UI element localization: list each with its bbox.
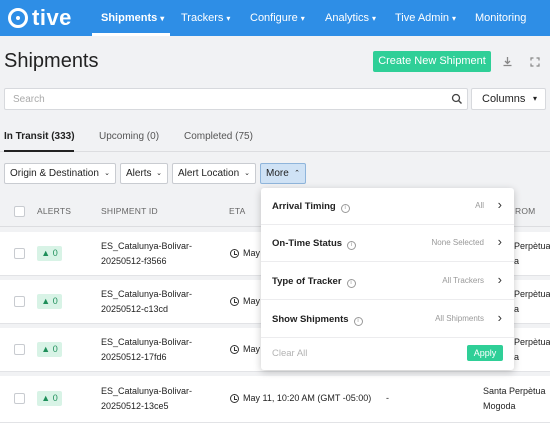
row-checkbox[interactable] [14, 296, 25, 307]
menu-item-on-time-status[interactable]: On-Time Status i None Selected › [261, 225, 514, 262]
page-title: Shipments [4, 50, 99, 72]
clock-icon [230, 345, 239, 354]
alert-triangle-icon: ▲ [41, 248, 51, 258]
tab-completed[interactable]: Completed (75) [184, 131, 253, 142]
tabs-divider [0, 151, 550, 152]
tab-in-transit[interactable]: In Transit (333) [4, 131, 75, 142]
select-all-checkbox[interactable] [14, 206, 25, 217]
top-nav: tive Shipments ▾ Trackers ▾ Configure ▾ Ana… [0, 0, 550, 36]
from-value: Perpètua a [514, 241, 550, 266]
chevron-right-icon: › [497, 234, 502, 249]
chevron-down-icon: ▾ [532, 94, 537, 103]
search-icon[interactable] [451, 93, 463, 105]
apply-button[interactable]: Apply [467, 345, 503, 361]
alert-triangle-icon: ▲ [41, 296, 51, 306]
alert-triangle-icon: ▲ [41, 393, 51, 403]
clock-icon [230, 249, 239, 258]
info-icon[interactable]: i [346, 279, 356, 288]
eta-value: May [243, 248, 261, 258]
menu-item-value: All Trackers [442, 276, 484, 285]
menu-item-type-of-tracker[interactable]: Type of Tracker i All Trackers › [261, 263, 514, 300]
shipment-id[interactable]: ES_Catalunya-Bolivar- 20250512-13ce5 [101, 384, 192, 414]
filter-alert-location[interactable]: Alert Location ⌄ [172, 163, 256, 184]
alerts-badge: ▲ 0 [37, 391, 62, 406]
info-icon[interactable]: i [347, 241, 357, 250]
search-input[interactable] [5, 89, 445, 109]
row-checkbox[interactable] [14, 248, 25, 259]
more-filters-menu: Arrival Timing i All › On-Time Status i No… [261, 188, 514, 370]
menu-item-show-shipments[interactable]: Show Shipments i All Shipments › [261, 301, 514, 338]
create-new-shipment-button[interactable]: Create New Shipment [373, 51, 491, 72]
nav-trackers[interactable]: Trackers ▾ [181, 0, 230, 36]
menu-item-value: All Shipments [435, 314, 484, 323]
eta-value: May [243, 344, 261, 354]
columns-button[interactable]: Columns ▾ [471, 88, 546, 110]
column-header-from[interactable]: ROM [515, 206, 535, 216]
nav-configure[interactable]: Configure ▾ [250, 0, 305, 36]
clear-all-button[interactable]: Clear All [272, 348, 307, 359]
info-icon[interactable]: i [340, 204, 350, 213]
tive-logo[interactable]: tive [8, 5, 72, 30]
nav-analytics[interactable]: Analytics ▾ [325, 0, 376, 36]
nav-tive-admin[interactable]: Tive Admin ▾ [395, 0, 456, 36]
eta-value: May 11, 10:20 AM (GMT -05:00) [243, 393, 372, 403]
from-value: Perpètua a [514, 289, 550, 314]
logo-pin-icon [8, 8, 28, 28]
clock-icon [230, 297, 239, 306]
chevron-right-icon: › [497, 272, 502, 287]
tab-active-indicator [4, 150, 74, 152]
tab-upcoming[interactable]: Upcoming (0) [99, 131, 159, 142]
shipment-id[interactable]: ES_Catalunya-Bolivar- 20250512-f3566 [101, 239, 192, 269]
nav-monitoring[interactable]: Monitoring [475, 0, 526, 36]
chevron-right-icon: › [497, 310, 502, 325]
download-icon[interactable] [497, 51, 517, 72]
alerts-badge: ▲ 0 [37, 246, 62, 261]
shipment-id[interactable]: ES_Catalunya-Bolivar- 20250512-17fd6 [101, 335, 192, 365]
chevron-right-icon: › [497, 197, 502, 212]
search-box [4, 88, 468, 110]
expand-icon[interactable] [525, 51, 545, 72]
from-value: Perpètua a [514, 337, 550, 362]
filter-more[interactable]: More ⌃ [260, 163, 306, 184]
alert-triangle-icon: ▲ [41, 344, 51, 354]
menu-item-value: All [475, 201, 484, 210]
alerts-badge: ▲ 0 [37, 342, 62, 357]
empty-value: - [386, 393, 389, 403]
shipment-id[interactable]: ES_Catalunya-Bolivar- 20250512-c13cd [101, 287, 192, 317]
row-checkbox[interactable] [14, 344, 25, 355]
alerts-badge: ▲ 0 [37, 294, 62, 309]
from-value: Santa Perpètua Mogoda [483, 386, 546, 411]
menu-item-value: None Selected [431, 238, 484, 247]
menu-item-arrival-timing[interactable]: Arrival Timing i All › [261, 188, 514, 225]
column-header-shipment-id[interactable]: SHIPMENT ID [101, 206, 158, 216]
column-header-eta[interactable]: ETA [229, 206, 246, 216]
nav-shipments[interactable]: Shipments ▾ [101, 0, 164, 36]
logo-text: tive [32, 5, 72, 30]
clock-icon [230, 394, 239, 403]
filter-origin-destination[interactable]: Origin & Destination ⌄ [4, 163, 116, 184]
menu-footer: Clear All Apply [261, 339, 514, 370]
nav-active-indicator [92, 33, 170, 36]
column-header-alerts[interactable]: ALERTS [37, 206, 71, 216]
row-checkbox[interactable] [14, 393, 25, 404]
info-icon[interactable]: i [353, 317, 363, 326]
filter-alerts[interactable]: Alerts ⌄ [120, 163, 168, 184]
eta-value: May [243, 296, 261, 306]
